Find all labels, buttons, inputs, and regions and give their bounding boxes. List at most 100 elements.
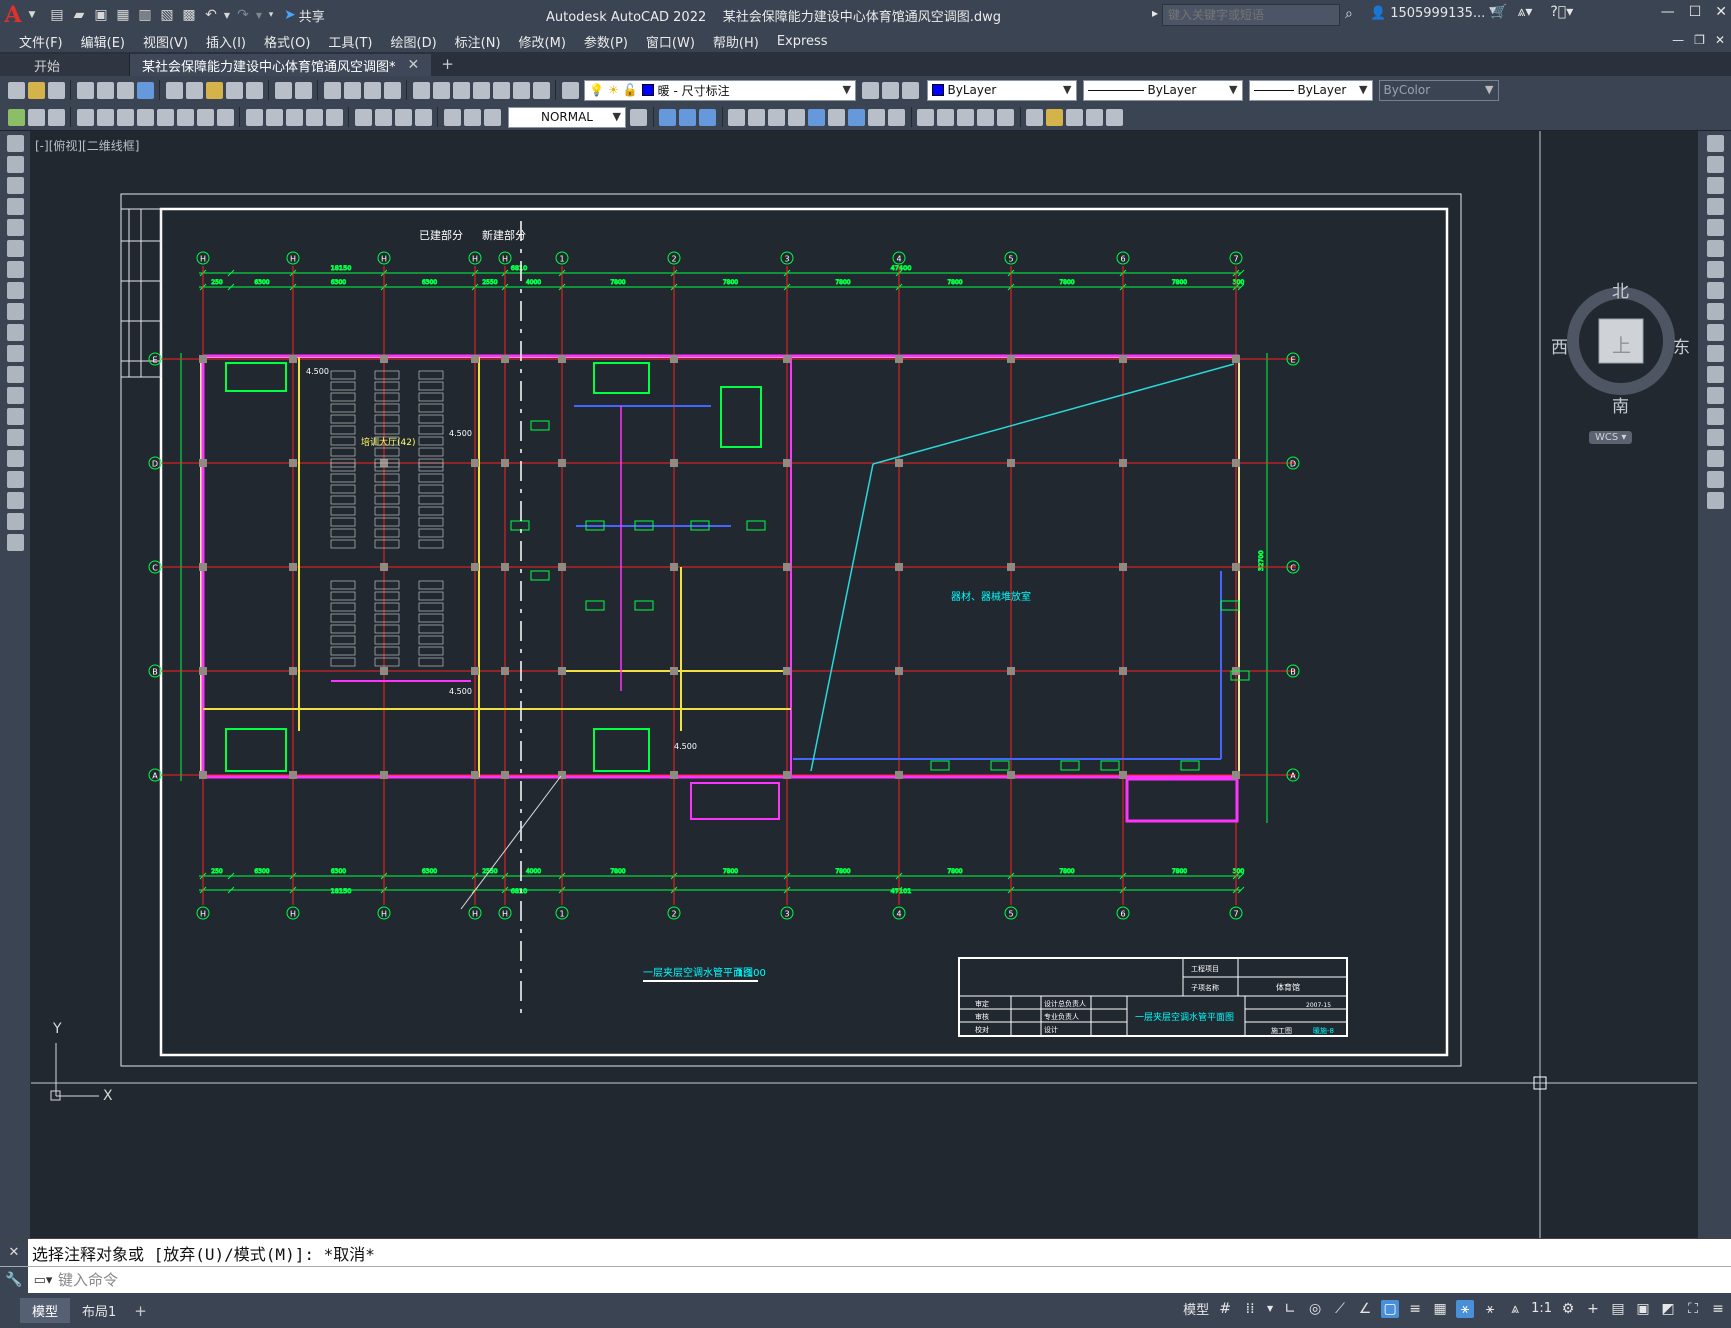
jogged-linear-icon[interactable] xyxy=(414,108,432,126)
lineweight-icon[interactable]: ≡ xyxy=(1406,1300,1424,1318)
quick-properties-icon[interactable]: ▣ xyxy=(1634,1300,1652,1318)
box-icon[interactable] xyxy=(728,108,745,126)
tab-close-icon[interactable]: ✕ xyxy=(408,57,420,73)
linetype-dropdown[interactable]: ByLayer ▼ xyxy=(1082,79,1243,101)
circle-icon[interactable] xyxy=(7,261,24,278)
open-file-icon[interactable]: ▰ xyxy=(68,4,90,26)
drawing-canvas[interactable]: [-][俯视][二维线框] 250 250 6300 6300 6300 6300 6300… xyxy=(31,131,1697,1238)
rectangle-icon[interactable] xyxy=(7,219,24,236)
scale-icon[interactable] xyxy=(1707,282,1724,299)
baseline-dimension-icon[interactable] xyxy=(265,108,283,126)
model-space-button[interactable]: 模型 xyxy=(1183,1299,1209,1318)
compass-west[interactable]: 西 xyxy=(1551,333,1568,358)
layer-dropdown[interactable]: 💡 ☀ 🔓 暖 - 尺寸标注 ▼ xyxy=(584,79,856,101)
cone-icon[interactable] xyxy=(788,108,805,126)
subtract-icon[interactable] xyxy=(937,108,954,126)
menu-tools[interactable]: 工具(T) xyxy=(319,32,381,51)
menu-format[interactable]: 格式(O) xyxy=(255,32,319,51)
app-menu-chevron-icon[interactable]: ▼ xyxy=(26,4,38,26)
annotation-scale-value[interactable]: 1:1 xyxy=(1531,1301,1552,1316)
compass-north[interactable]: 北 xyxy=(1612,277,1629,302)
explode-icon[interactable] xyxy=(1707,492,1724,509)
dimension-space-icon[interactable] xyxy=(305,108,323,126)
properties-icon[interactable] xyxy=(412,81,430,99)
workspace-icon[interactable] xyxy=(7,108,25,126)
fillet-icon[interactable] xyxy=(1707,450,1724,467)
isodraft-icon[interactable]: ⟋ xyxy=(1331,1300,1349,1318)
render-icon[interactable] xyxy=(1046,108,1063,126)
dimension-edit-icon[interactable] xyxy=(443,108,461,126)
clean-screen-icon[interactable]: ⛶ xyxy=(1684,1300,1702,1318)
cut-icon[interactable] xyxy=(165,81,183,99)
free-orbit-icon[interactable] xyxy=(679,108,696,126)
compass-south[interactable]: 南 xyxy=(1612,392,1629,417)
lights-icon[interactable] xyxy=(1086,108,1103,126)
menu-dimension[interactable]: 标注(N) xyxy=(446,32,510,51)
units-icon[interactable]: ▤ xyxy=(1609,1300,1627,1318)
new-file-icon[interactable]: ▤ xyxy=(46,4,68,26)
tab-model[interactable]: 模型 xyxy=(20,1298,71,1323)
cart-icon[interactable]: 🛒 xyxy=(1490,4,1507,20)
rotate-icon[interactable] xyxy=(1707,261,1724,278)
insert-block-icon[interactable] xyxy=(7,366,24,383)
snap-icon[interactable]: ⁞⁞ xyxy=(1241,1300,1259,1318)
revision-cloud-icon[interactable] xyxy=(7,282,24,299)
zoom-realtime-icon[interactable] xyxy=(343,81,361,99)
plot-preview-icon[interactable] xyxy=(96,81,114,99)
quick-dimension-icon[interactable] xyxy=(245,108,263,126)
share-button[interactable]: ➤ 共享 xyxy=(284,6,325,25)
dimension-break-icon[interactable] xyxy=(325,108,343,126)
hatch-icon[interactable] xyxy=(7,429,24,446)
ordinate-dimension-icon[interactable] xyxy=(136,108,154,126)
erase-icon[interactable] xyxy=(1707,135,1724,152)
block-editor-icon[interactable] xyxy=(245,81,263,99)
orbit-icon[interactable] xyxy=(659,108,676,126)
search-input[interactable] xyxy=(1162,4,1340,26)
tab-layout1[interactable]: 布局1 xyxy=(70,1298,128,1323)
transparency-icon[interactable]: ▦ xyxy=(1431,1300,1449,1318)
customize-status-icon[interactable]: ≡ xyxy=(1709,1300,1727,1318)
add-selected-icon[interactable] xyxy=(7,534,24,551)
redo-dropdown-icon[interactable]: ▼ xyxy=(254,4,264,26)
undo-toolbar-icon[interactable] xyxy=(274,81,292,99)
camera-icon[interactable] xyxy=(1106,108,1123,126)
arc-length-icon[interactable] xyxy=(116,108,134,126)
open-web-icon[interactable]: ▥ xyxy=(134,4,156,26)
ortho-icon[interactable]: ∟ xyxy=(1281,1300,1299,1318)
inspect-icon[interactable] xyxy=(394,108,412,126)
menu-help[interactable]: 帮助(H) xyxy=(704,32,768,51)
menu-parametric[interactable]: 参数(P) xyxy=(575,32,637,51)
help-icon[interactable]: ?⃝▾ xyxy=(1550,4,1573,20)
menu-express[interactable]: Express xyxy=(768,34,837,49)
doc-restore-icon[interactable]: ❐ xyxy=(1694,33,1705,47)
pan-icon[interactable] xyxy=(323,81,341,99)
arc-icon[interactable] xyxy=(7,240,24,257)
sheet-set-icon[interactable] xyxy=(472,81,490,99)
search-expand-icon[interactable]: ▸ xyxy=(1152,6,1158,20)
region-icon[interactable] xyxy=(7,471,24,488)
layer-properties-icon[interactable] xyxy=(561,81,579,99)
tab-start[interactable]: 开始 xyxy=(0,54,130,76)
autodesk-app-icon[interactable]: ⩓▾ xyxy=(1517,4,1532,20)
menu-file[interactable]: 文件(F) xyxy=(10,32,72,51)
recent-commands-icon[interactable]: ▭▾ xyxy=(28,1273,58,1288)
close-icon[interactable]: ✕ xyxy=(1715,4,1727,20)
join-icon[interactable] xyxy=(1707,408,1724,425)
new-tab-icon[interactable]: + xyxy=(441,55,454,73)
layer-previous-icon[interactable] xyxy=(882,81,899,99)
radius-dimension-icon[interactable] xyxy=(156,108,174,126)
center-mark-icon[interactable] xyxy=(374,108,392,126)
annotation-visibility-icon[interactable]: ⚹ xyxy=(1456,1299,1475,1318)
plot-icon[interactable]: ▩ xyxy=(178,4,200,26)
customize-qat-icon[interactable]: ▾ xyxy=(264,4,278,26)
chamfer-icon[interactable] xyxy=(1707,429,1724,446)
union-icon[interactable] xyxy=(917,108,934,126)
copy-object-icon[interactable] xyxy=(1707,156,1724,173)
line-icon[interactable] xyxy=(7,135,24,152)
angular-dimension-icon[interactable] xyxy=(216,108,234,126)
paste-icon[interactable] xyxy=(205,81,223,99)
design-center-icon[interactable] xyxy=(432,81,450,99)
help-toolbar-icon[interactable] xyxy=(532,81,550,99)
redo-icon[interactable]: ↷ xyxy=(232,4,254,26)
qnew-icon[interactable] xyxy=(7,81,25,99)
